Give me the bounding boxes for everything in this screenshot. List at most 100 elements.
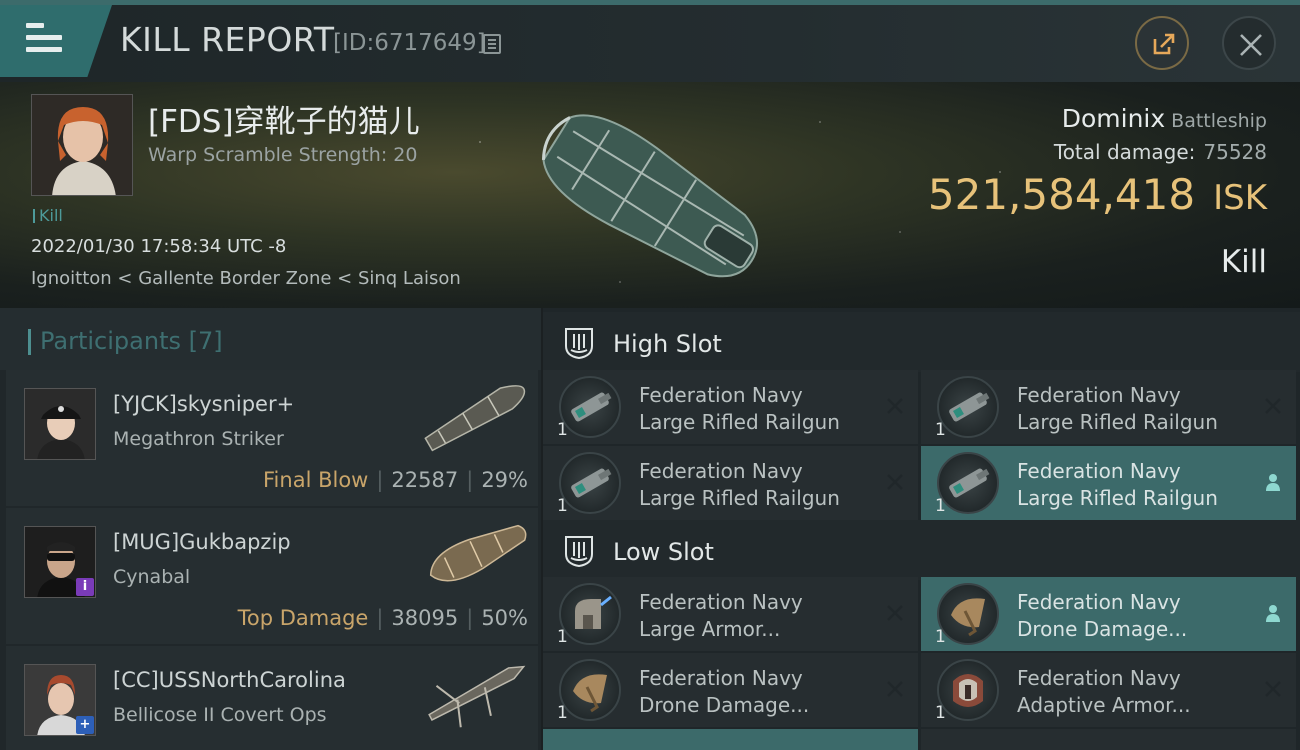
participant-ship-image bbox=[428, 665, 526, 728]
drone-damage-icon bbox=[937, 583, 999, 645]
high-slot-header: High Slot bbox=[543, 312, 1300, 372]
victim-ship-image bbox=[541, 114, 759, 278]
participant-row[interactable]: [YJCK]skysniper+ Megathron Striker Final… bbox=[6, 370, 538, 506]
participant-badge: i bbox=[76, 578, 94, 596]
total-damage: Total damage: 75528 bbox=[1054, 140, 1267, 164]
module-quantity: 1 bbox=[935, 627, 946, 647]
module-item[interactable]: 1 Federation Navy Large Rifled Railgun bbox=[543, 370, 918, 444]
close-button[interactable] bbox=[1222, 16, 1276, 70]
participant-row[interactable]: i [MUG]Gukbapzip Cynabal Top Damage | 3809… bbox=[6, 508, 538, 644]
destroyed-x-icon bbox=[1265, 681, 1281, 697]
header-accent-line bbox=[0, 0, 1300, 5]
participant-percent: 29% bbox=[481, 468, 528, 492]
participant-ship: Bellicose II Covert Ops bbox=[113, 704, 327, 726]
isk-value: 521,584,418 ISK bbox=[928, 170, 1267, 219]
module-quantity: 1 bbox=[935, 420, 946, 440]
slot-icon bbox=[565, 328, 593, 360]
report-id: [ID:6717649] bbox=[333, 30, 486, 56]
participants-header: Participants [7] bbox=[0, 308, 541, 370]
participant-name: [MUG]Gukbapzip bbox=[113, 530, 291, 554]
low-slot-header: Low Slot bbox=[543, 520, 1300, 580]
module-name: Federation Navy Large Rifled Railgun bbox=[1017, 383, 1218, 434]
drone-damage-icon bbox=[559, 659, 621, 721]
module-name: Federation Navy Large Rifled Railgun bbox=[1017, 459, 1218, 510]
warp-scramble-strength: Warp Scramble Strength: 20 bbox=[148, 144, 418, 166]
participants-title: Participants [7] bbox=[28, 327, 223, 355]
kill-time: 2022/01/30 17:58:34 UTC -8 bbox=[31, 236, 287, 257]
isk-unit: ISK bbox=[1213, 178, 1267, 218]
copy-icon[interactable] bbox=[483, 34, 501, 54]
railgun-icon bbox=[559, 452, 621, 514]
module-item[interactable]: 1 Federation Navy Drone Damage... bbox=[543, 653, 918, 727]
participant-name: [CC]USSNorthCarolina bbox=[113, 668, 346, 692]
fitting-panel: High Slot 1 Federation Navy Large Rifled … bbox=[543, 308, 1300, 750]
module-quantity: 1 bbox=[935, 496, 946, 516]
module-quantity: 1 bbox=[557, 627, 568, 647]
participant-ship-image bbox=[424, 385, 526, 452]
module-item[interactable]: 1 Federation Navy Large Rifled Railgun bbox=[921, 446, 1296, 520]
module-item[interactable]: 1 Federation Navy Large Rifled Railgun bbox=[543, 446, 918, 520]
railgun-icon bbox=[559, 376, 621, 438]
participant-stats: Final Blow | 22587 | 29% bbox=[263, 468, 528, 492]
victim-summary: [FDS]穿靴子的猫儿 Warp Scramble Strength: 20 K… bbox=[0, 82, 1300, 308]
participant-avatar bbox=[24, 388, 96, 460]
module-quantity: 1 bbox=[557, 420, 568, 440]
destroyed-x-icon bbox=[887, 681, 903, 697]
module-name: Federation Navy Adaptive Armor... bbox=[1017, 666, 1191, 717]
kill-tag: Kill bbox=[33, 206, 63, 225]
participant-percent: 50% bbox=[481, 606, 528, 630]
isk-amount: 521,584,418 bbox=[927, 170, 1196, 219]
slot-icon bbox=[565, 536, 593, 568]
kill-status: Kill bbox=[1220, 244, 1267, 280]
total-damage-value: 75528 bbox=[1203, 140, 1267, 164]
participants-panel: Participants [7] [YJCK]skysniper+ Megath… bbox=[0, 308, 541, 750]
close-icon bbox=[1240, 34, 1262, 56]
participant-avatar: + bbox=[24, 664, 96, 736]
module-name: Federation Navy Large Rifled Railgun bbox=[639, 459, 840, 510]
participant-damage: 22587 bbox=[391, 468, 459, 492]
module-item[interactable]: 1 Federation Navy Large Armor... bbox=[543, 577, 918, 651]
destroyed-x-icon bbox=[887, 474, 903, 490]
armor-repairer-icon bbox=[559, 583, 621, 645]
high-slot-label: High Slot bbox=[613, 330, 722, 358]
victim-ship[interactable]: Dominix Battleship bbox=[1062, 104, 1267, 133]
module-item[interactable]: 1 Federation Navy Large Rifled Railgun bbox=[921, 370, 1296, 444]
victim-avatar[interactable] bbox=[31, 94, 133, 196]
participant-badge: + bbox=[76, 716, 94, 734]
module-item-partial[interactable] bbox=[543, 729, 918, 750]
victim-ship-class: Battleship bbox=[1171, 110, 1267, 132]
participant-damage: 38095 bbox=[391, 606, 459, 630]
module-quantity: 1 bbox=[557, 496, 568, 516]
participant-row[interactable]: + [CC]USSNorthCarolina Bellicose II Cove… bbox=[6, 646, 538, 750]
menu-icon bbox=[26, 23, 62, 53]
adaptive-armor-icon bbox=[937, 659, 999, 721]
participant-ship: Cynabal bbox=[113, 566, 191, 588]
menu-button[interactable] bbox=[0, 5, 112, 77]
module-quantity: 1 bbox=[935, 703, 946, 723]
page-title: KILL REPORT bbox=[120, 20, 335, 59]
module-name: Federation Navy Large Rifled Railgun bbox=[639, 383, 840, 434]
low-slot-label: Low Slot bbox=[613, 538, 714, 566]
top-damage-tag: Top Damage bbox=[237, 606, 369, 630]
share-icon bbox=[1153, 33, 1175, 55]
module-item-partial[interactable] bbox=[921, 729, 1296, 750]
module-quantity: 1 bbox=[557, 703, 568, 723]
module-name: Federation Navy Drone Damage... bbox=[1017, 590, 1188, 641]
victim-name: [FDS]穿靴子的猫儿 bbox=[148, 104, 420, 140]
total-damage-label: Total damage: bbox=[1053, 140, 1196, 164]
kill-location[interactable]: Ignoitton < Gallente Border Zone < Sinq … bbox=[31, 268, 461, 289]
participant-avatar: i bbox=[24, 526, 96, 598]
railgun-icon bbox=[937, 376, 999, 438]
final-blow-tag: Final Blow bbox=[263, 468, 369, 492]
destroyed-x-icon bbox=[887, 398, 903, 414]
destroyed-x-icon bbox=[1265, 398, 1281, 414]
share-button[interactable] bbox=[1135, 16, 1189, 70]
dropped-person-icon bbox=[1266, 605, 1280, 622]
participant-name: [YJCK]skysniper+ bbox=[113, 392, 295, 416]
railgun-icon bbox=[937, 452, 999, 514]
module-item[interactable]: 1 Federation Navy Drone Damage... bbox=[921, 577, 1296, 651]
participant-ship-image bbox=[429, 524, 527, 582]
module-item[interactable]: 1 Federation Navy Adaptive Armor... bbox=[921, 653, 1296, 727]
module-name: Federation Navy Large Armor... bbox=[639, 590, 803, 641]
header-bar: KILL REPORT [ID:6717649] bbox=[0, 0, 1300, 82]
